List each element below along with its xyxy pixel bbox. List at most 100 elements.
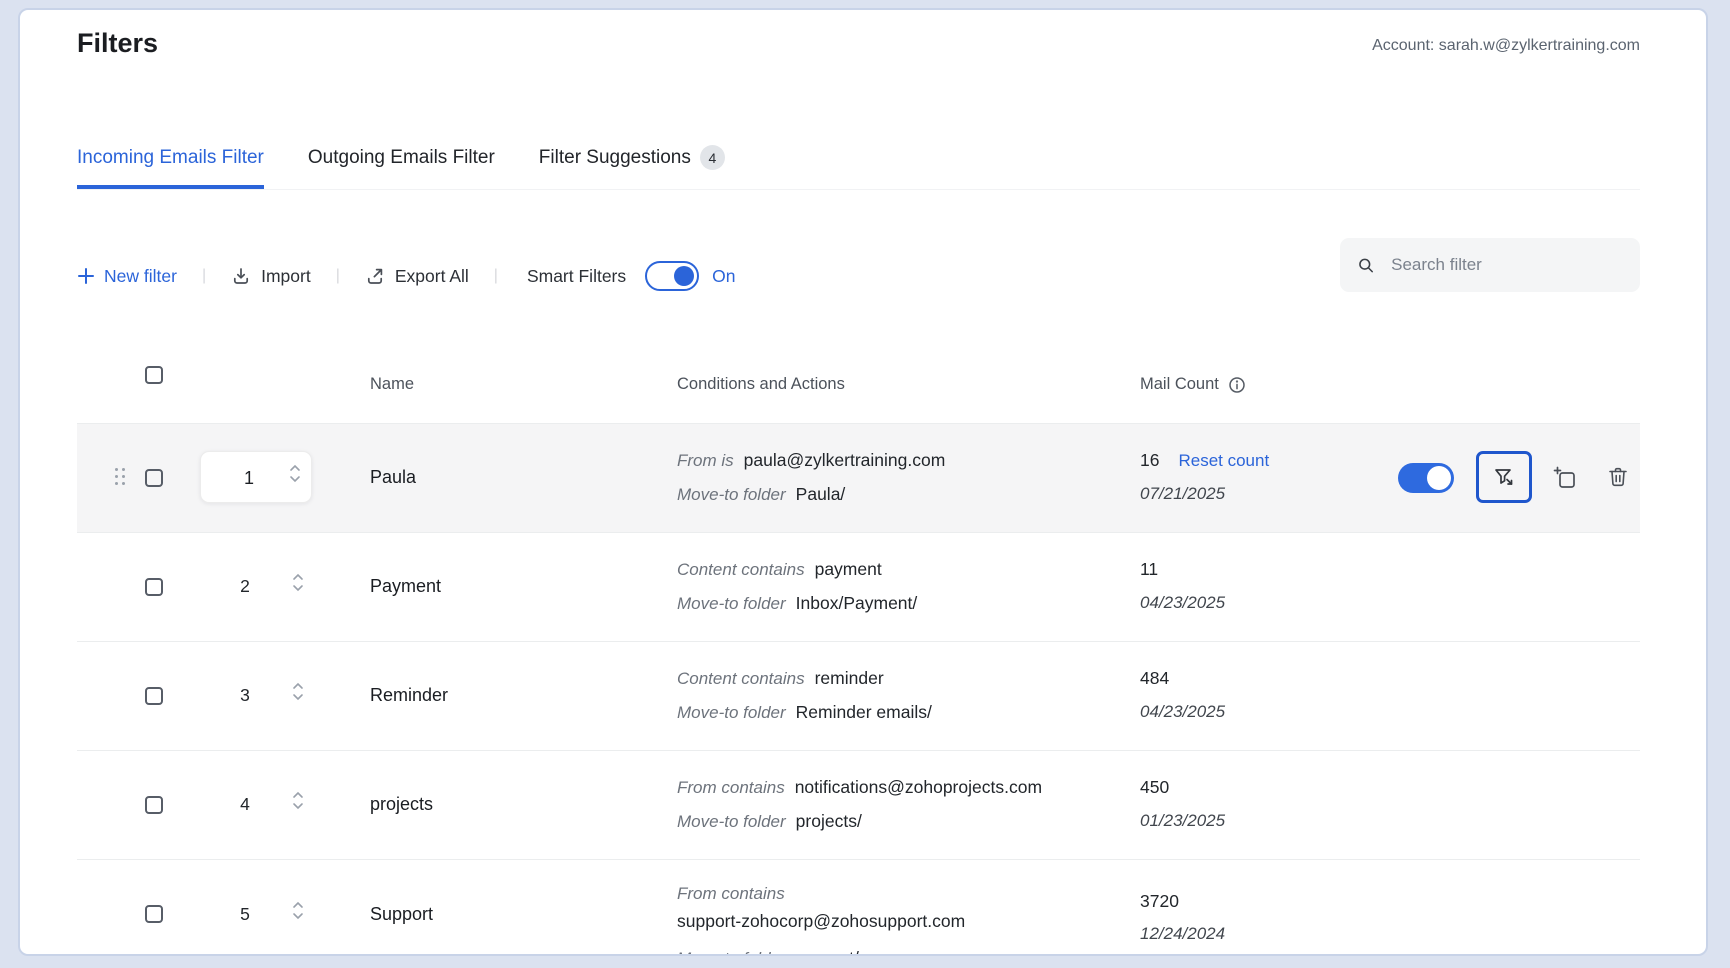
- chevron-down-icon[interactable]: [292, 693, 304, 701]
- order-stepper[interactable]: [292, 901, 304, 920]
- order-number[interactable]: 3: [215, 685, 275, 706]
- condition-value: payment: [815, 559, 882, 579]
- smart-filters-toggle[interactable]: [645, 261, 699, 291]
- order-number[interactable]: 5: [215, 904, 275, 925]
- column-header-name: Name: [370, 375, 414, 394]
- toolbar-separator: |: [336, 267, 340, 285]
- order-stepper[interactable]: [292, 682, 304, 701]
- new-filter-button[interactable]: New filter: [77, 266, 177, 287]
- chevron-down-icon[interactable]: [292, 584, 304, 592]
- tab-incoming-emails-filter[interactable]: Incoming Emails Filter: [77, 146, 264, 189]
- table-row: 3 Reminder Content contains reminder Move…: [77, 641, 1640, 750]
- chevron-up-icon[interactable]: [292, 791, 304, 799]
- tab-filter-suggestions[interactable]: Filter Suggestions 4: [539, 146, 725, 189]
- search-filter-input[interactable]: [1389, 254, 1623, 276]
- toolbar: New filter | Import | Export All | Smart…: [77, 250, 736, 302]
- mail-count: 484: [1140, 668, 1169, 688]
- chevron-up-icon[interactable]: [289, 464, 301, 472]
- order-stepper[interactable]: [292, 791, 304, 810]
- order-stepper[interactable]: [292, 573, 304, 592]
- condition-label: Content contains: [677, 560, 805, 579]
- tab-label: Filter Suggestions: [539, 146, 691, 170]
- table-row: 2 Payment Content contains payment Move-t…: [77, 532, 1640, 641]
- last-used-date: 01/23/2025: [1140, 811, 1225, 831]
- last-used-date: 04/23/2025: [1140, 702, 1225, 722]
- condition-label: From contains: [677, 778, 785, 797]
- row-checkbox[interactable]: [145, 578, 163, 596]
- mail-count: 16: [1140, 450, 1159, 470]
- duplicate-filter-button[interactable]: [1552, 465, 1578, 496]
- duplicate-icon: [1552, 465, 1578, 491]
- condition-label: From contains: [677, 884, 785, 903]
- column-header-conditions: Conditions and Actions: [677, 375, 845, 394]
- mail-count: 3720: [1140, 891, 1179, 911]
- column-header-mail-count: Mail Count: [1140, 375, 1246, 394]
- drag-handle-icon[interactable]: [115, 468, 125, 485]
- page-title: Filters: [77, 28, 158, 59]
- export-all-label: Export All: [395, 266, 469, 287]
- table-row: 4 projects From containsnotifications@zo…: [77, 750, 1640, 859]
- suggestions-count-badge: 4: [700, 145, 725, 170]
- row-checkbox[interactable]: [145, 796, 163, 814]
- row-checkbox[interactable]: [145, 469, 163, 487]
- last-used-date: 07/21/2025: [1140, 484, 1225, 504]
- action-label: Move-to folder: [677, 703, 786, 722]
- toolbar-separator: |: [202, 267, 206, 285]
- mail-count-line: 16 Reset count: [1140, 450, 1269, 471]
- chevron-up-icon[interactable]: [292, 573, 304, 581]
- action-label: Move-to folder: [677, 594, 786, 613]
- order-input[interactable]: [211, 452, 287, 504]
- funnel-icon: [1492, 465, 1516, 489]
- action-value: support/: [796, 948, 859, 956]
- run-filter-button[interactable]: [1476, 451, 1532, 503]
- order-number[interactable]: 4: [215, 794, 275, 815]
- delete-filter-button[interactable]: [1606, 465, 1630, 494]
- order-number[interactable]: 2: [215, 576, 275, 597]
- chevron-down-icon[interactable]: [289, 475, 301, 483]
- plus-icon: [77, 267, 95, 285]
- select-all-checkbox[interactable]: [145, 366, 163, 384]
- condition-value: paula@zylkertraining.com: [744, 450, 946, 470]
- toggle-knob: [674, 266, 694, 286]
- chevron-up-icon[interactable]: [292, 682, 304, 690]
- table-row: 5 Support From contains support-zohocorp…: [77, 859, 1640, 956]
- smart-filters-state: On: [712, 266, 735, 287]
- import-label: Import: [261, 266, 311, 287]
- search-icon: [1357, 255, 1375, 276]
- action-value: Paula/: [796, 484, 846, 504]
- search-filter-box[interactable]: [1340, 238, 1640, 292]
- action-value: Inbox/Payment/: [796, 593, 918, 613]
- action-label: Move-to folder: [677, 949, 786, 956]
- last-used-date: 12/24/2024: [1140, 924, 1225, 944]
- filter-enabled-toggle[interactable]: [1398, 463, 1454, 493]
- filter-name: Reminder: [370, 685, 448, 706]
- filter-tabs: Incoming Emails Filter Outgoing Emails F…: [77, 146, 725, 189]
- filter-name: Payment: [370, 576, 441, 597]
- condition-value: reminder: [815, 668, 884, 688]
- condition-line: From ispaula@zylkertraining.com: [677, 450, 945, 471]
- tab-label: Outgoing Emails Filter: [308, 146, 495, 170]
- action-value: projects/: [796, 811, 862, 831]
- action-value: Reminder emails/: [796, 702, 932, 722]
- chevron-down-icon[interactable]: [292, 912, 304, 920]
- row-checkbox[interactable]: [145, 687, 163, 705]
- chevron-up-icon[interactable]: [292, 901, 304, 909]
- action-label: Move-to folder: [677, 485, 786, 504]
- mail-count: 11: [1140, 559, 1158, 579]
- action-line: Move-to folder Paula/: [677, 484, 845, 505]
- export-all-button[interactable]: Export All: [365, 266, 469, 287]
- filters-panel: Filters Account: sarah.w@zylkertraining.…: [18, 8, 1708, 956]
- chevron-down-icon[interactable]: [292, 802, 304, 810]
- toolbar-separator: |: [494, 267, 498, 285]
- tabs-divider: [77, 189, 1640, 190]
- reset-count-link[interactable]: Reset count: [1178, 451, 1269, 470]
- smart-filters-label: Smart Filters: [527, 266, 626, 287]
- row-checkbox[interactable]: [145, 905, 163, 923]
- import-button[interactable]: Import: [231, 266, 311, 287]
- tab-outgoing-emails-filter[interactable]: Outgoing Emails Filter: [308, 146, 495, 189]
- import-icon: [231, 266, 251, 286]
- filter-name: projects: [370, 794, 433, 815]
- condition-label: Content contains: [677, 669, 805, 688]
- order-stepper[interactable]: [289, 464, 301, 483]
- info-icon[interactable]: [1228, 376, 1246, 394]
